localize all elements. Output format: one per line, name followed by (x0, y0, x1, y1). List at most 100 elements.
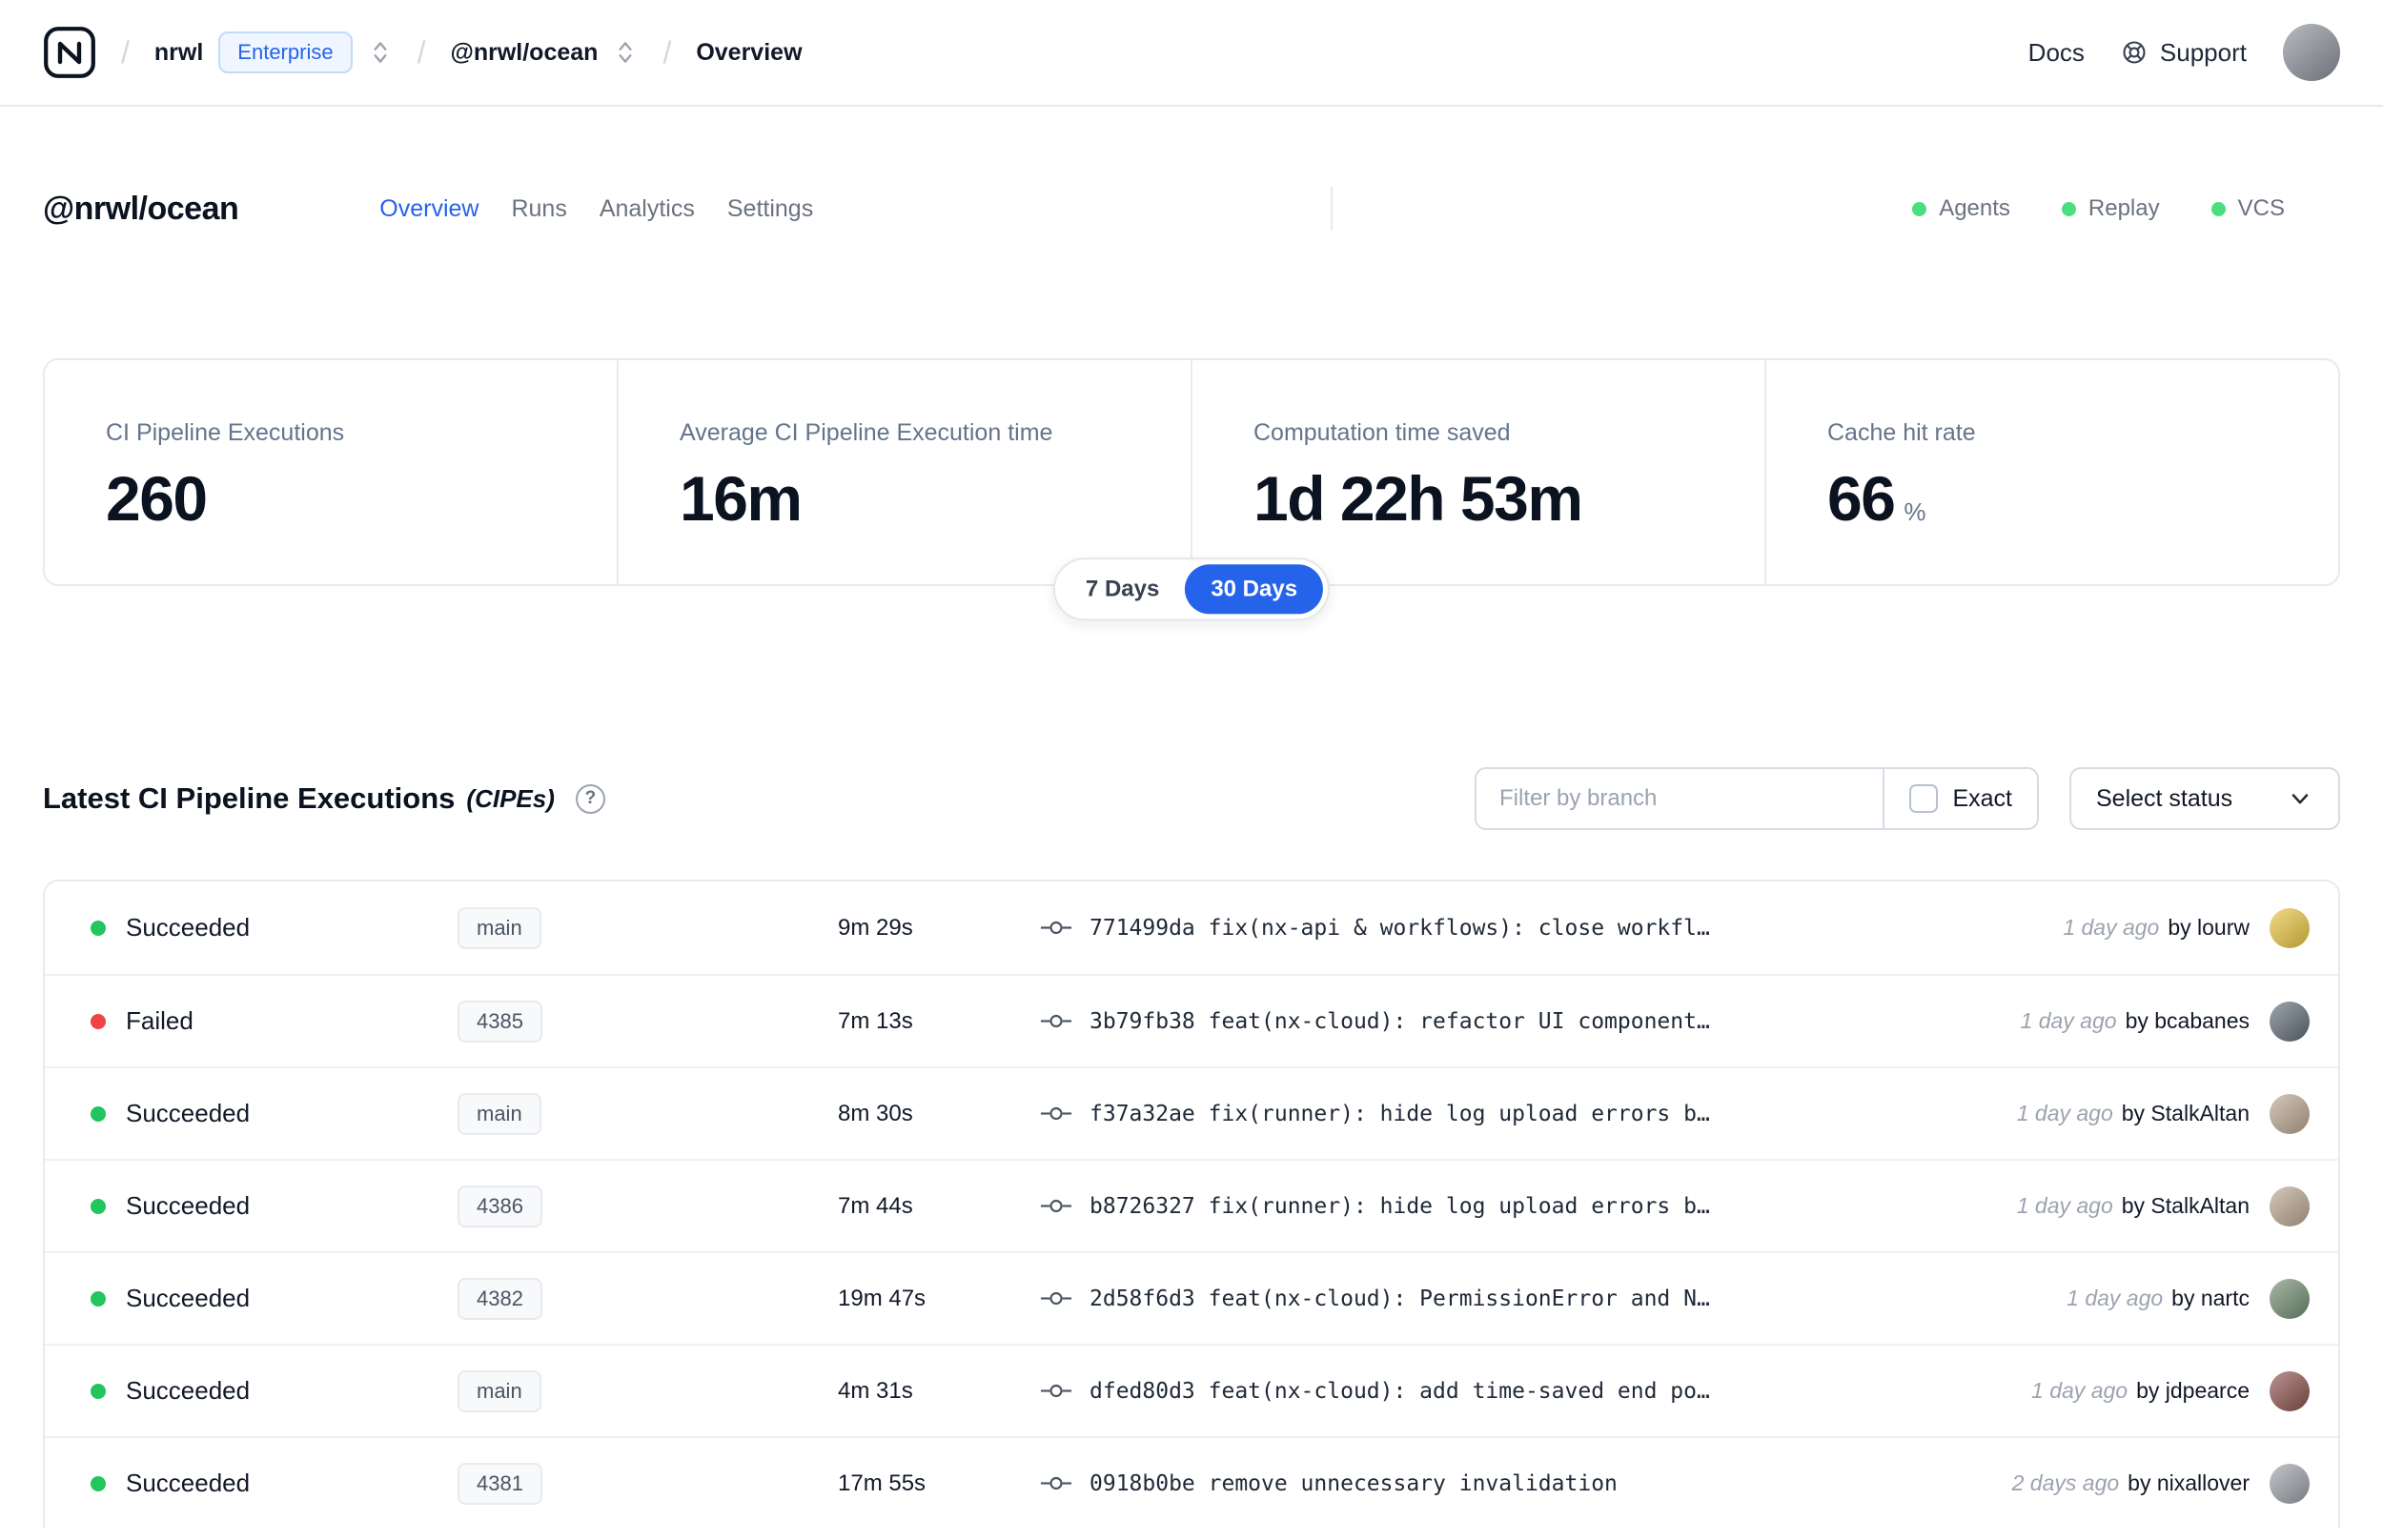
status-dot-icon (91, 1383, 106, 1399)
workspace-header: @nrwl/ocean Overview Runs Analytics Setting… (43, 187, 2340, 231)
branch-badge[interactable]: main (458, 906, 541, 949)
table-row[interactable]: Succeeded 4381 17m 55s 0918b0be remove u… (45, 1436, 2338, 1529)
timestamp: 1 day ago (2063, 915, 2160, 940)
exact-toggle[interactable]: Exact (1884, 769, 2037, 828)
commit-cell: dfed80d3 feat(nx-cloud): add time-saved … (1040, 1379, 2031, 1404)
author: by lourw (2168, 915, 2250, 940)
meta-cell: 1 day ago by jdpearce (2031, 1370, 2338, 1411)
branch-badge[interactable]: 4386 (458, 1185, 542, 1227)
tab-settings[interactable]: Settings (727, 195, 813, 223)
commit-message[interactable]: 2d58f6d3 feat(nx-cloud): PermissionError… (1090, 1287, 1710, 1311)
commit-message[interactable]: dfed80d3 feat(nx-cloud): add time-saved … (1090, 1379, 1710, 1404)
author: by nixallover (2128, 1470, 2250, 1495)
table-row[interactable]: Failed 4385 7m 13s 3b79fb38 feat(nx-clou… (45, 974, 2338, 1066)
author: by StalkAltan (2121, 1101, 2250, 1125)
branch-badge[interactable]: 4381 (458, 1462, 542, 1505)
meta-cell: 1 day ago by nartc (2067, 1278, 2338, 1319)
tab-overview[interactable]: Overview (379, 195, 479, 223)
tab-analytics[interactable]: Analytics (600, 195, 695, 223)
commit-message[interactable]: f37a32ae fix(runner): hide log upload er… (1090, 1102, 1710, 1126)
help-icon[interactable]: ? (575, 783, 605, 814)
section-title: Latest CI Pipeline Executions (43, 781, 456, 815)
branch-badge[interactable]: main (458, 1369, 541, 1412)
status-select-label: Select status (2096, 784, 2233, 812)
commit-cell: 3b79fb38 feat(nx-cloud): refactor UI com… (1040, 1009, 2021, 1034)
timestamp: 2 days ago (2011, 1470, 2120, 1495)
table-row[interactable]: Succeeded 4382 19m 47s 2d58f6d3 feat(nx-… (45, 1251, 2338, 1344)
indicator-label: Replay (2088, 195, 2160, 221)
commit-message[interactable]: 0918b0be remove unnecessary invalidation (1090, 1471, 1618, 1496)
branch-cell: main (458, 906, 838, 949)
status-text: Succeeded (126, 1376, 251, 1405)
green-dot-icon (1912, 201, 1927, 216)
indicator-label: VCS (2237, 195, 2285, 221)
date-range-toggle: 7 Days 30 Days (1052, 557, 1331, 621)
nx-cloud-logo[interactable] (43, 26, 96, 79)
branch-filter-input[interactable] (1477, 769, 1884, 828)
chevron-up-down-icon (374, 42, 387, 63)
branch-cell: 4386 (458, 1185, 838, 1227)
stat-value: 66 (1827, 463, 1896, 534)
user-avatar[interactable] (2283, 24, 2340, 81)
git-commit-icon (1040, 1380, 1072, 1402)
commit-cell: 0918b0be remove unnecessary invalidation (1040, 1471, 2012, 1496)
lifebuoy-icon (2123, 41, 2146, 64)
status-dot-icon (91, 1013, 106, 1029)
org-switcher-button[interactable] (368, 36, 393, 69)
stat-value: 260 (106, 463, 208, 534)
branch-badge[interactable]: 4382 (458, 1277, 542, 1320)
git-commit-icon (1040, 1287, 1072, 1309)
table-row[interactable]: Succeeded main 9m 29s 771499da fix(nx-ap… (45, 881, 2338, 974)
exact-checkbox[interactable] (1909, 784, 1939, 813)
author-avatar (2270, 1463, 2310, 1504)
author: by nartc (2171, 1286, 2250, 1310)
breadcrumb-page: Overview (696, 38, 803, 66)
table-row[interactable]: Succeeded 4386 7m 44s b8726327 fix(runne… (45, 1159, 2338, 1251)
stat-value-row: 260 (106, 462, 598, 535)
breadcrumb: / nrwl Enterprise / @nrwl/ocean / Overvi… (43, 26, 803, 79)
branch-badge[interactable]: main (458, 1092, 541, 1135)
duration: 8m 30s (838, 1100, 913, 1126)
stat-card-average-ci-pipeline-execution-time: Average CI Pipeline Execution time 16m (617, 360, 1191, 584)
stat-value-row: 1d 22h 53m (1253, 462, 1745, 535)
stat-card-computation-time-saved: Computation time saved 1d 22h 53m (1191, 360, 1764, 584)
stat-label: Cache hit rate (1827, 419, 1976, 446)
breadcrumb-org[interactable]: nrwl (154, 39, 203, 67)
workspace-tabs: Overview Runs Analytics Settings (379, 195, 813, 223)
status-text: Succeeded (126, 1284, 251, 1312)
author: by bcabanes (2125, 1008, 2250, 1033)
status-text: Succeeded (126, 1191, 251, 1220)
commit-message[interactable]: 771499da fix(nx-api & workflows): close … (1090, 916, 1710, 941)
indicator-replay: Replay (2061, 195, 2160, 222)
tab-runs[interactable]: Runs (511, 195, 566, 223)
commit-message[interactable]: 3b79fb38 feat(nx-cloud): refactor UI com… (1090, 1009, 1710, 1034)
workspace-switcher-button[interactable] (613, 36, 638, 69)
range-option-7-days[interactable]: 7 Days (1060, 564, 1185, 614)
green-dot-icon (2210, 201, 2226, 216)
branch-filter-group: Exact (1475, 767, 2039, 830)
status-select-button[interactable]: Select status (2069, 767, 2340, 830)
stat-label: Average CI Pipeline Execution time (680, 419, 1053, 446)
status-text: Succeeded (126, 1099, 251, 1127)
meta-cell: 1 day ago by lourw (2063, 907, 2338, 948)
breadcrumb-separator: / (121, 34, 130, 70)
table-row[interactable]: Succeeded main 4m 31s dfed80d3 feat(nx-c… (45, 1344, 2338, 1436)
docs-link[interactable]: Docs (2028, 38, 2085, 68)
status-dot-icon (91, 1105, 106, 1122)
author-avatar (2270, 1278, 2310, 1319)
cipes-title-group: Latest CI Pipeline Executions (CIPEs) ? (43, 781, 605, 816)
status-text: Succeeded (126, 913, 251, 942)
branch-cell: 4382 (458, 1277, 838, 1320)
table-row[interactable]: Succeeded main 8m 30s f37a32ae fix(runne… (45, 1066, 2338, 1159)
branch-badge[interactable]: 4385 (458, 1000, 542, 1043)
commit-message[interactable]: b8726327 fix(runner): hide log upload er… (1090, 1194, 1710, 1219)
status-cell: Succeeded (91, 1099, 458, 1128)
support-link[interactable]: Support (2121, 38, 2247, 68)
indicator-vcs: VCS (2210, 195, 2285, 222)
stat-label: Computation time saved (1253, 419, 1511, 446)
indicator-label: Agents (1939, 195, 2010, 221)
range-option-30-days[interactable]: 30 Days (1185, 564, 1324, 615)
breadcrumb-workspace[interactable]: @nrwl/ocean (450, 39, 598, 67)
duration: 9m 29s (838, 914, 913, 941)
stat-card-ci-pipeline-executions: CI Pipeline Executions 260 (45, 360, 617, 584)
